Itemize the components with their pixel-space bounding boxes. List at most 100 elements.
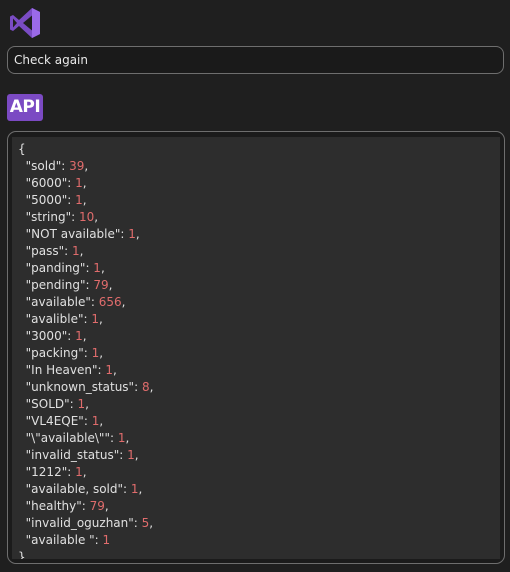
json-comma: , bbox=[121, 295, 126, 309]
json-key: "VL4EQE" bbox=[25, 414, 84, 428]
json-value: 8 bbox=[141, 380, 150, 394]
json-entry: "\"available\"": 1, bbox=[18, 430, 500, 447]
json-comma: , bbox=[134, 448, 139, 462]
json-key: "available, sold" bbox=[25, 482, 124, 496]
json-key: "1212" bbox=[25, 465, 68, 479]
json-key: "In Heaven" bbox=[25, 363, 98, 377]
json-comma: , bbox=[84, 159, 89, 173]
json-colon: : bbox=[71, 210, 79, 224]
json-colon: : bbox=[64, 244, 73, 258]
json-value: 1 bbox=[75, 193, 83, 207]
json-entry: "In Heaven": 1, bbox=[18, 362, 500, 379]
search-input[interactable] bbox=[8, 47, 503, 73]
json-colon: : bbox=[83, 346, 92, 360]
json-entry: "sold": 39, bbox=[18, 158, 500, 175]
json-key: "sold" bbox=[25, 159, 62, 173]
json-comma: , bbox=[108, 278, 113, 292]
json-key: "packing" bbox=[25, 346, 84, 360]
json-key: "6000" bbox=[25, 176, 68, 190]
json-value: 1 bbox=[93, 261, 101, 275]
json-entry: "available ": 1 bbox=[18, 532, 500, 549]
json-open-brace: { bbox=[18, 142, 26, 156]
json-colon: : bbox=[67, 193, 76, 207]
json-value: 1 bbox=[102, 533, 111, 547]
json-comma: , bbox=[82, 176, 87, 190]
json-output-panel[interactable]: { "sold": 39, "6000": 1, "5000": 1, "str… bbox=[7, 131, 505, 564]
json-colon: : bbox=[81, 499, 90, 513]
json-entry: "pass": 1, bbox=[18, 243, 500, 260]
json-value: 1 bbox=[130, 482, 139, 496]
json-entry: "panding": 1, bbox=[18, 260, 500, 277]
json-value: 1 bbox=[75, 329, 83, 343]
json-comma: , bbox=[149, 516, 154, 530]
json-colon: : bbox=[67, 176, 76, 190]
json-key: "invalid_status" bbox=[25, 448, 120, 462]
json-comma: , bbox=[104, 499, 109, 513]
json-entry: "5000": 1, bbox=[18, 192, 500, 209]
json-value: 656 bbox=[98, 295, 122, 309]
search-field[interactable] bbox=[7, 46, 504, 74]
json-entry: "6000": 1, bbox=[18, 175, 500, 192]
json-close-brace: } bbox=[18, 550, 26, 559]
json-value: 1 bbox=[127, 448, 135, 462]
json-comma: , bbox=[149, 380, 154, 394]
json-comma: , bbox=[94, 210, 99, 224]
json-colon: : bbox=[69, 397, 78, 411]
json-value: 1 bbox=[128, 227, 136, 241]
json-comma: , bbox=[99, 414, 104, 428]
json-entry: "NOT available": 1, bbox=[18, 226, 500, 243]
json-value: 1 bbox=[105, 363, 113, 377]
json-key: "pending" bbox=[25, 278, 86, 292]
json-key: "3000" bbox=[25, 329, 68, 343]
json-comma: , bbox=[135, 227, 140, 241]
json-colon: : bbox=[94, 533, 103, 547]
json-comma: , bbox=[113, 363, 117, 377]
json-entry: "pending": 79, bbox=[18, 277, 500, 294]
json-key: "pass" bbox=[25, 244, 65, 258]
json-comma: , bbox=[79, 244, 84, 258]
api-badge: API bbox=[7, 94, 43, 121]
json-colon: : bbox=[133, 516, 142, 530]
json-entry: "available, sold": 1, bbox=[18, 481, 500, 498]
json-entry: "healthy": 79, bbox=[18, 498, 500, 515]
json-colon: : bbox=[67, 329, 76, 343]
json-entry: "VL4EQE": 1, bbox=[18, 413, 500, 430]
json-comma: , bbox=[82, 193, 87, 207]
json-comma: , bbox=[99, 312, 103, 326]
json-value: 1 bbox=[75, 176, 83, 190]
json-entry: "available": 656, bbox=[18, 294, 500, 311]
json-key: "string" bbox=[25, 210, 72, 224]
json-colon: : bbox=[119, 448, 128, 462]
json-key: "SOLD" bbox=[25, 397, 70, 411]
json-colon: : bbox=[90, 295, 99, 309]
json-value: 1 bbox=[75, 465, 83, 479]
json-comma: , bbox=[85, 397, 89, 411]
json-key: "available " bbox=[25, 533, 95, 547]
json-key: "unknown_status" bbox=[25, 380, 135, 394]
json-entries: "sold": 39, "6000": 1, "5000": 1, "strin… bbox=[18, 158, 500, 549]
json-colon: : bbox=[83, 414, 92, 428]
json-entry: "unknown_status": 8, bbox=[18, 379, 500, 396]
json-viewer[interactable]: { "sold": 39, "6000": 1, "5000": 1, "str… bbox=[12, 137, 500, 559]
json-comma: , bbox=[82, 329, 87, 343]
json-entry: "1212": 1, bbox=[18, 464, 500, 481]
json-colon: : bbox=[134, 380, 142, 394]
